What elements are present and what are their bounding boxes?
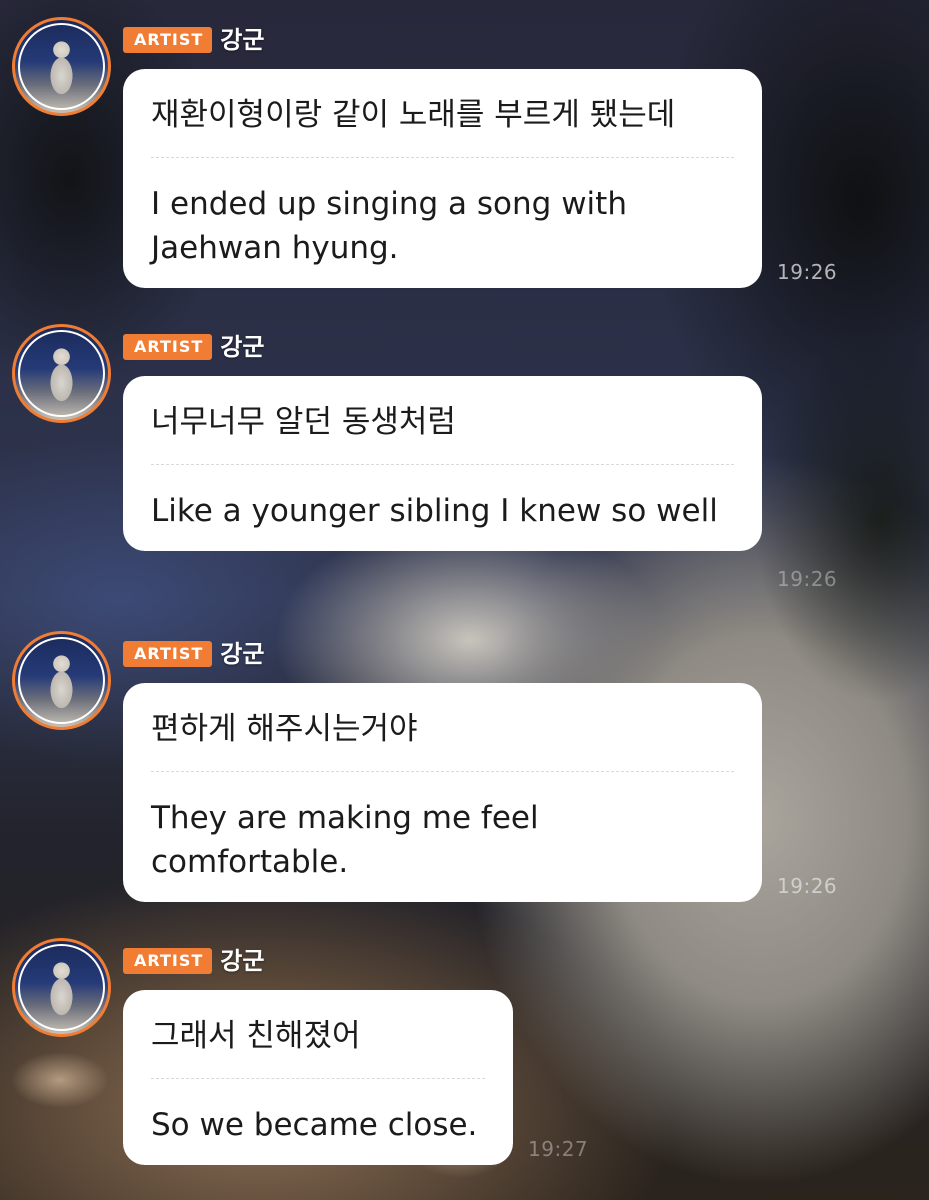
artist-badge: ARTIST bbox=[123, 641, 213, 667]
artist-avatar[interactable] bbox=[12, 17, 111, 116]
sender-name[interactable]: 강군 bbox=[220, 333, 264, 361]
message-header: ARTIST 강군 bbox=[123, 947, 264, 975]
sender-name[interactable]: 강군 bbox=[220, 947, 264, 975]
avatar-ring bbox=[18, 944, 105, 1031]
message-bubble[interactable]: 그래서 친해졌어 So we became close. bbox=[123, 990, 513, 1165]
artist-avatar[interactable] bbox=[12, 938, 111, 1037]
artist-avatar[interactable] bbox=[12, 324, 111, 423]
message-text-translation: They are making me feel comfortable. bbox=[151, 800, 539, 880]
message-bubble[interactable]: 너무너무 알던 동생처럼 Like a younger sibling I kn… bbox=[123, 376, 762, 551]
message-text-korean: 너무너무 알던 동생처럼 bbox=[151, 404, 456, 440]
message-text-translation: So we became close. bbox=[151, 1107, 478, 1143]
avatar-ring bbox=[18, 637, 105, 724]
message-header: ARTIST 강군 bbox=[123, 640, 264, 668]
message-timestamp: 19:26 bbox=[777, 260, 838, 284]
message-timestamp: 19:27 bbox=[528, 1137, 589, 1161]
sender-name[interactable]: 강군 bbox=[220, 26, 264, 54]
message-header: ARTIST 강군 bbox=[123, 333, 264, 361]
artist-badge: ARTIST bbox=[123, 334, 213, 360]
message-bubble[interactable]: 재환이형이랑 같이 노래를 부르게 됐는데 I ended up singing… bbox=[123, 69, 762, 288]
artist-avatar[interactable] bbox=[12, 631, 111, 730]
message-bubble[interactable]: 편하게 해주시는거야 They are making me feel comfo… bbox=[123, 683, 762, 902]
message-text-korean: 편하게 해주시는거야 bbox=[151, 711, 418, 747]
message-text-korean: 그래서 친해졌어 bbox=[151, 1018, 361, 1054]
message-timestamp: 19:26 bbox=[777, 567, 838, 591]
avatar-ring bbox=[18, 23, 105, 110]
artist-badge: ARTIST bbox=[123, 948, 213, 974]
message-header: ARTIST 강군 bbox=[123, 26, 264, 54]
sender-name[interactable]: 강군 bbox=[220, 640, 264, 668]
message-timestamp: 19:26 bbox=[777, 874, 838, 898]
message-text-translation: I ended up singing a song with Jaehwan h… bbox=[151, 186, 627, 266]
message-text-korean: 재환이형이랑 같이 노래를 부르게 됐는데 bbox=[151, 97, 676, 133]
message-text-translation: Like a younger sibling I knew so well bbox=[151, 493, 718, 529]
artist-badge: ARTIST bbox=[123, 27, 213, 53]
avatar-ring bbox=[18, 330, 105, 417]
